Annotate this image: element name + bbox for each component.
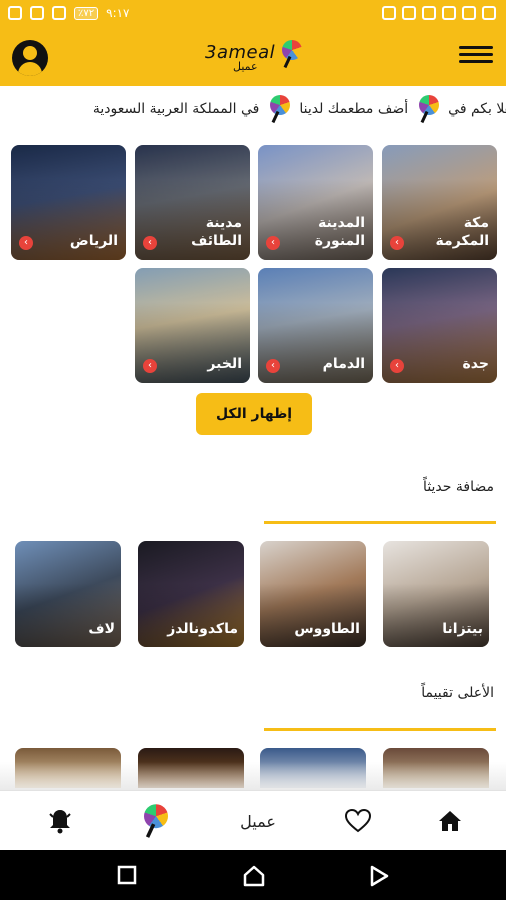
bell-icon bbox=[49, 810, 71, 834]
restaurant-card[interactable]: بيتزانا bbox=[383, 541, 489, 647]
arrow-left-icon: ‹ bbox=[390, 236, 404, 250]
announcement-ticker: اهلا بكم في أضف مطعمك لدينا في المملكة الع… bbox=[0, 86, 506, 124]
nav-brand[interactable]: عميل bbox=[230, 803, 286, 839]
ticker-track: اهلا بكم في أضف مطعمك لدينا في المملكة الع… bbox=[93, 95, 506, 124]
app-bar: 3ameal عميل bbox=[0, 28, 506, 86]
lollipop-icon bbox=[269, 95, 291, 124]
city-name: المدينة المنورة bbox=[314, 214, 365, 249]
home-system-button[interactable] bbox=[243, 865, 265, 887]
ticker-text: أضف مطعمك لدينا bbox=[299, 101, 409, 117]
bulb-icon bbox=[462, 6, 476, 20]
show-all-button[interactable]: إظهار الكل bbox=[196, 393, 312, 435]
nav-notifications[interactable] bbox=[40, 803, 80, 839]
nav-brand-label: عميل bbox=[240, 811, 276, 831]
home-outline-icon bbox=[243, 865, 265, 887]
user-icon-body bbox=[18, 62, 42, 76]
status-bar: ٪٧٢ ٩:١٧ bbox=[0, 0, 506, 28]
menu-icon-line bbox=[459, 53, 493, 56]
app-logo: 3ameal عميل bbox=[205, 38, 311, 78]
square-icon bbox=[117, 865, 137, 885]
city-name: جدة bbox=[462, 355, 489, 372]
status-left-icons: ٪٧٢ ٩:١٧ bbox=[8, 6, 130, 20]
nav-favorites[interactable] bbox=[338, 803, 378, 839]
lollipop-icon bbox=[418, 95, 440, 124]
arrow-left-icon: ‹ bbox=[19, 236, 33, 250]
restaurant-name: الطاووس bbox=[294, 621, 360, 637]
city-tile[interactable]: المدينة المنورة ‹ bbox=[258, 145, 373, 260]
system-navigation-bar bbox=[0, 850, 506, 900]
city-tile[interactable]: مدينة الطائف ‹ bbox=[135, 145, 250, 260]
menu-button[interactable] bbox=[459, 42, 493, 70]
menu-icon bbox=[459, 46, 493, 49]
record-icon bbox=[402, 6, 416, 20]
restaurant-card[interactable]: ماكدونالدز bbox=[138, 541, 244, 647]
signal-icon bbox=[52, 6, 66, 20]
menu-icon-line bbox=[459, 60, 493, 63]
nav-home[interactable] bbox=[430, 803, 470, 839]
wifi-icon bbox=[30, 6, 44, 20]
restaurant-name: لاف bbox=[88, 621, 115, 637]
battery-indicator: ٪٧٢ bbox=[74, 6, 99, 20]
restaurant-name: ماكدونالدز bbox=[167, 621, 238, 637]
heart-icon bbox=[345, 809, 371, 833]
play-back-icon bbox=[370, 865, 389, 887]
arrow-left-icon: ‹ bbox=[143, 236, 157, 250]
back-button[interactable] bbox=[369, 865, 391, 887]
ticker-item: في المملكة العربية السعودية bbox=[93, 101, 259, 117]
lollipop-icon bbox=[281, 40, 303, 69]
home-icon bbox=[439, 811, 461, 831]
ticker-text: اهلا بكم في bbox=[448, 101, 506, 117]
top-rated-section-divider bbox=[264, 728, 496, 731]
city-tile[interactable]: الدمام ‹ bbox=[258, 268, 373, 383]
ticker-text: في المملكة العربية السعودية bbox=[92, 101, 260, 117]
status-time: ٩:١٧ bbox=[106, 6, 130, 20]
image-icon bbox=[442, 6, 456, 20]
clock-icon bbox=[8, 6, 22, 20]
restaurant-name: بيتزانا bbox=[442, 621, 483, 637]
top-rated-section-title: الأعلى تقييماً bbox=[421, 685, 494, 701]
restaurant-card[interactable]: لاف bbox=[15, 541, 121, 647]
bottom-navigation: عميل bbox=[0, 790, 506, 850]
phone-icon bbox=[422, 6, 436, 20]
notification-icon bbox=[482, 6, 496, 20]
recent-section-divider bbox=[264, 521, 496, 524]
lollipop-icon bbox=[143, 804, 169, 838]
arrow-left-icon: ‹ bbox=[266, 236, 280, 250]
city-tile[interactable]: الرياض ‹ bbox=[11, 145, 126, 260]
ticker-item: اهلا بكم في bbox=[418, 95, 506, 124]
arrow-left-icon: ‹ bbox=[266, 359, 280, 373]
arrow-left-icon: ‹ bbox=[143, 359, 157, 373]
city-name: الرياض bbox=[69, 232, 118, 249]
city-tile[interactable]: الخبر ‹ bbox=[135, 268, 250, 383]
status-notification-icons bbox=[382, 6, 496, 20]
nav-lollipop[interactable] bbox=[138, 803, 174, 839]
user-icon bbox=[23, 46, 37, 60]
ticker-item: أضف مطعمك لدينا bbox=[269, 95, 409, 124]
city-name: مدينة الطائف bbox=[191, 214, 242, 249]
shield-icon bbox=[382, 6, 396, 20]
profile-button[interactable] bbox=[12, 40, 48, 76]
arrow-left-icon: ‹ bbox=[390, 359, 404, 373]
recent-section-title: مضافة حديثاً bbox=[423, 479, 494, 495]
city-name: الدمام bbox=[322, 355, 365, 372]
city-name: الخبر bbox=[207, 355, 242, 372]
overview-button[interactable] bbox=[117, 865, 139, 887]
restaurant-card[interactable]: الطاووس bbox=[260, 541, 366, 647]
city-tile[interactable]: مكة المكرمة ‹ bbox=[382, 145, 497, 260]
scroll-fade bbox=[0, 762, 506, 792]
logo-subtitle: عميل bbox=[233, 60, 258, 73]
city-tile[interactable]: جدة ‹ bbox=[382, 268, 497, 383]
city-name: مكة المكرمة bbox=[435, 214, 489, 249]
